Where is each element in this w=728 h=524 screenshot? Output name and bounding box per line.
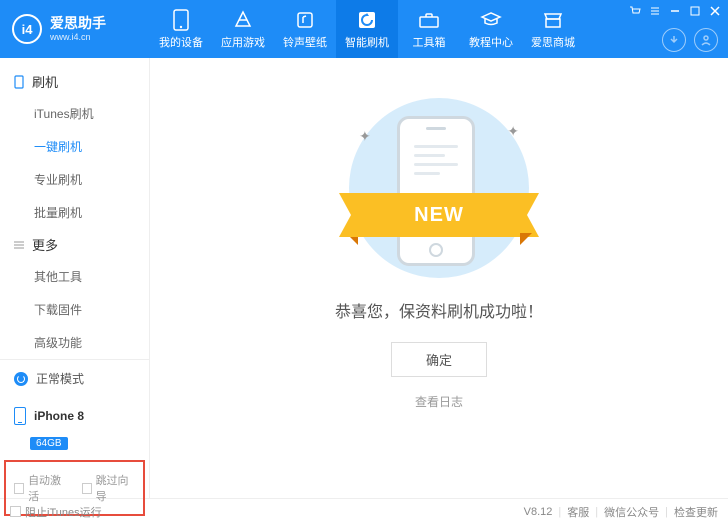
device-row[interactable]: iPhone 8	[0, 397, 149, 435]
sparkle-icon: ✦	[359, 128, 371, 145]
mode-icon	[14, 372, 28, 386]
view-log-link[interactable]: 查看日志	[415, 393, 463, 410]
storage-badge: 64GB	[30, 437, 68, 450]
sidebar-section-more[interactable]: 更多	[0, 229, 149, 260]
checkbox-block-itunes[interactable]: 阻止iTunes运行	[10, 504, 102, 520]
user-icon[interactable]	[694, 28, 718, 52]
checkbox-icon	[10, 506, 21, 517]
maximize-icon[interactable]	[688, 4, 702, 18]
checkbox-skip-guide[interactable]: 跳过向导	[82, 472, 136, 504]
mode-label: 正常模式	[36, 370, 84, 387]
footer-link-wechat[interactable]: 微信公众号	[604, 504, 659, 520]
logo-icon: i4	[12, 14, 42, 44]
sidebar-item-other-tools[interactable]: 其他工具	[0, 260, 149, 293]
sidebar-item-download-firmware[interactable]: 下载固件	[0, 293, 149, 326]
sparkle-icon: ✦	[507, 123, 519, 140]
minimize-icon[interactable]	[668, 4, 682, 18]
cart-icon[interactable]	[628, 4, 642, 18]
logo-text: 爱思助手 www.i4.cn	[50, 16, 106, 41]
header-actions	[662, 28, 718, 52]
sidebar-item-oneclick-flash[interactable]: 一键刷机	[0, 130, 149, 163]
footer-link-update[interactable]: 检查更新	[674, 504, 718, 520]
mode-row[interactable]: 正常模式	[0, 360, 149, 397]
app-header: i4 爱思助手 www.i4.cn 我的设备 应用游戏 铃声壁纸 智能刷机 工具…	[0, 0, 728, 58]
ok-button[interactable]: 确定	[391, 342, 487, 377]
sidebar-section-flash[interactable]: 刷机	[0, 66, 149, 97]
tab-tutorials[interactable]: 教程中心	[460, 0, 522, 58]
new-ribbon: NEW	[334, 193, 544, 237]
download-icon[interactable]	[662, 28, 686, 52]
app-subtitle: www.i4.cn	[50, 32, 106, 42]
sidebar-item-itunes-flash[interactable]: iTunes刷机	[0, 97, 149, 130]
checkbox-icon	[14, 483, 24, 494]
tab-ringtones[interactable]: 铃声壁纸	[274, 0, 336, 58]
phone-icon	[12, 75, 26, 89]
footer-link-support[interactable]: 客服	[567, 504, 589, 520]
footer-right: V8.12 | 客服 | 微信公众号 | 检查更新	[524, 504, 718, 520]
version-label: V8.12	[524, 506, 553, 518]
checkbox-auto-activate[interactable]: 自动激活	[14, 472, 68, 504]
sidebar-item-batch-flash[interactable]: 批量刷机	[0, 196, 149, 229]
top-tabs: 我的设备 应用游戏 铃声壁纸 智能刷机 工具箱 教程中心 爱思商城	[150, 0, 584, 58]
sidebar-item-pro-flash[interactable]: 专业刷机	[0, 163, 149, 196]
logo-area: i4 爱思助手 www.i4.cn	[0, 14, 150, 44]
window-controls	[628, 4, 722, 18]
device-name: iPhone 8	[34, 409, 84, 423]
tab-toolbox[interactable]: 工具箱	[398, 0, 460, 58]
device-icon	[14, 407, 26, 425]
success-illustration: ✦ ✦ ✦ ✦ NEW	[339, 98, 539, 278]
sidebar: 刷机 iTunes刷机 一键刷机 专业刷机 批量刷机 更多 其他工具 下载固件 …	[0, 58, 150, 498]
sidebar-bottom: 正常模式 iPhone 8 64GB 自动激活 跳过向导	[0, 359, 149, 522]
tab-smart-flash[interactable]: 智能刷机	[336, 0, 398, 58]
tab-my-device[interactable]: 我的设备	[150, 0, 212, 58]
tab-apps-games[interactable]: 应用游戏	[212, 0, 274, 58]
main-content: ✦ ✦ ✦ ✦ NEW 恭喜您，保资料刷机成功啦！ 确定 查看日志	[150, 58, 728, 498]
body: 刷机 iTunes刷机 一键刷机 专业刷机 批量刷机 更多 其他工具 下载固件 …	[0, 58, 728, 498]
more-icon	[12, 240, 26, 250]
menu-icon[interactable]	[648, 4, 662, 18]
app-title: 爱思助手	[50, 16, 106, 31]
success-message: 恭喜您，保资料刷机成功啦！	[335, 298, 543, 322]
phone-illustration	[397, 116, 475, 266]
tab-store[interactable]: 爱思商城	[522, 0, 584, 58]
close-icon[interactable]	[708, 4, 722, 18]
sidebar-item-advanced[interactable]: 高级功能	[0, 326, 149, 359]
checkbox-icon	[82, 483, 92, 494]
